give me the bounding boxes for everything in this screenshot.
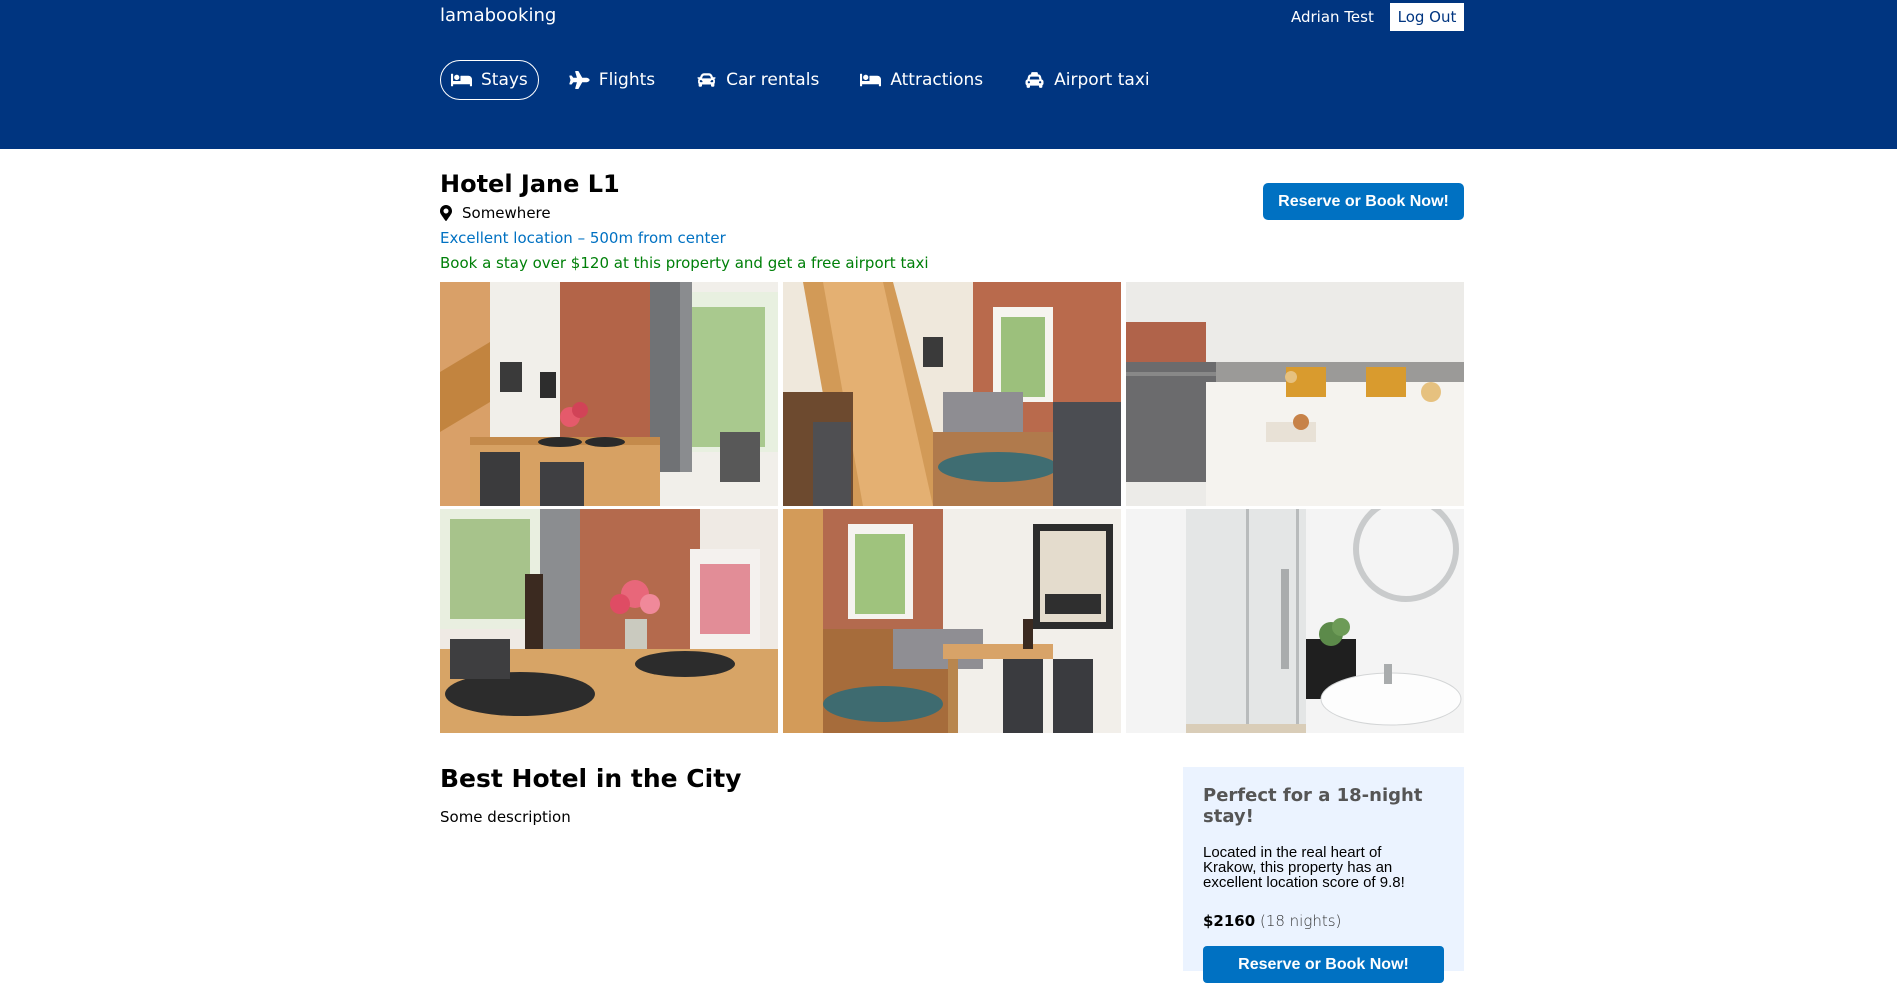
details-title: Best Hotel in the City bbox=[440, 764, 742, 793]
nav-item-flights[interactable]: Flights bbox=[558, 60, 666, 100]
bed-icon bbox=[451, 71, 472, 89]
header: lamabooking Adrian Test Log Out Stays Fl… bbox=[0, 0, 1897, 149]
nav-item-airport-taxi[interactable]: Airport taxi bbox=[1013, 60, 1160, 100]
taxi-icon bbox=[1024, 71, 1045, 89]
price-box-title: Perfect for a 18-night stay! bbox=[1203, 785, 1423, 827]
nav-item-attractions[interactable]: Attractions bbox=[849, 60, 994, 100]
hotel-address: Somewhere bbox=[440, 204, 551, 222]
bed-icon bbox=[860, 71, 882, 89]
address-text: Somewhere bbox=[462, 204, 551, 222]
nav-item-stays[interactable]: Stays bbox=[440, 60, 539, 100]
nights-count: (18 nights) bbox=[1259, 912, 1342, 930]
photo-gallery bbox=[440, 282, 1464, 734]
reserve-button-sidebar[interactable]: Reserve or Book Now! bbox=[1203, 946, 1444, 983]
table-setting-photo[interactable] bbox=[440, 509, 778, 733]
car-icon bbox=[696, 71, 717, 89]
price-box: Perfect for a 18-night stay! Located in … bbox=[1183, 767, 1464, 983]
nav-item-label: Attractions bbox=[890, 70, 984, 90]
plane-icon bbox=[569, 71, 590, 89]
details-description: Some description bbox=[440, 808, 571, 826]
price-highlight: Book a stay over $120 at this property a… bbox=[440, 254, 929, 272]
nav-item-label: Stays bbox=[481, 70, 528, 90]
living-room-stairs-photo[interactable] bbox=[783, 282, 1121, 506]
nav-item-car-rentals[interactable]: Car rentals bbox=[685, 60, 830, 100]
dining-room-photo[interactable] bbox=[440, 282, 778, 506]
nav-item-label: Flights bbox=[598, 70, 656, 90]
nav-bar: Stays Flights Car rentals Attractions Ai… bbox=[440, 60, 1180, 100]
reserve-button-top[interactable]: Reserve or Book Now! bbox=[1263, 183, 1464, 220]
logo[interactable]: lamabooking bbox=[440, 5, 556, 26]
lounge-polska-photo[interactable] bbox=[783, 509, 1121, 733]
user-name: Adrian Test bbox=[1291, 8, 1374, 26]
hotel-distance: Excellent location – 500m from center bbox=[440, 229, 726, 247]
nav-item-label: Car rentals bbox=[726, 70, 820, 90]
location-pin-icon bbox=[440, 205, 452, 221]
price-box-text: Located in the real heart of Krakow, thi… bbox=[1203, 844, 1405, 891]
logout-button[interactable]: Log Out bbox=[1390, 3, 1464, 31]
total-price: $2160 bbox=[1203, 912, 1256, 930]
nav-item-label: Airport taxi bbox=[1054, 70, 1150, 90]
price-summary: $2160 (18 nights) bbox=[1203, 912, 1444, 930]
bedroom-photo[interactable] bbox=[1126, 282, 1464, 506]
bathroom-photo[interactable] bbox=[1126, 509, 1464, 733]
hotel-title: Hotel Jane L1 bbox=[440, 170, 620, 198]
